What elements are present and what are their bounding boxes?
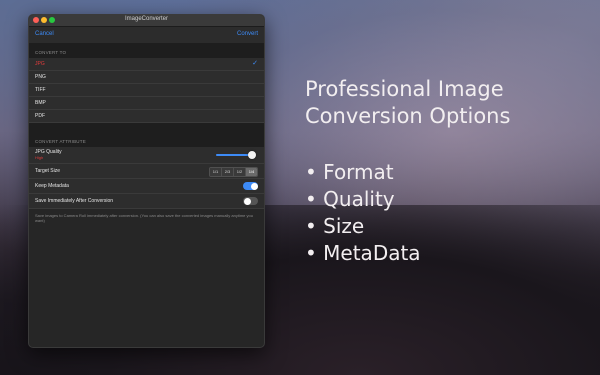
keep-metadata-label: Keep Metadata xyxy=(35,183,69,189)
save-immediately-label: Save Immediately After Conversion xyxy=(35,198,114,204)
jpg-quality-slider[interactable] xyxy=(216,151,256,159)
format-row-bmp[interactable]: BMP xyxy=(29,97,264,110)
promo-title-line2: Conversion Options xyxy=(305,104,511,128)
format-label: BMP xyxy=(35,100,46,106)
toggle-knob xyxy=(243,197,251,205)
app-window: ImageConverter Cancel Convert CONVERT TO… xyxy=(28,14,265,348)
format-list: JPG ✓ PNG TIFF BMP PDF xyxy=(29,58,264,123)
format-label: PDF xyxy=(35,113,45,119)
format-row-tiff[interactable]: TIFF xyxy=(29,84,264,97)
slider-knob[interactable] xyxy=(248,151,256,159)
target-size-option[interactable]: 2/3 xyxy=(222,168,234,176)
feature-bullet: • Quality xyxy=(305,187,395,211)
cancel-button[interactable]: Cancel xyxy=(35,31,54,37)
convert-to-header: CONVERT TO xyxy=(29,44,264,58)
section-gap xyxy=(29,123,264,133)
feature-bullets: • Format • Quality • Size • MetaData xyxy=(305,159,510,267)
jpg-quality-value: High xyxy=(35,155,44,160)
keep-metadata-toggle[interactable] xyxy=(243,182,258,190)
window-title: ImageConverter xyxy=(124,16,169,22)
target-size-row: Target Size 1/1 2/3 1/2 1/4 xyxy=(29,164,264,179)
jpg-quality-row: JPG Quality High xyxy=(29,147,264,164)
convert-attribute-header: CONVERT ATTRIBUTE xyxy=(29,133,264,147)
format-row-pdf[interactable]: PDF xyxy=(29,110,264,123)
title-bar: ImageConverter xyxy=(29,15,264,27)
feature-bullet: • Format xyxy=(305,160,394,184)
feature-bullet: • MetaData xyxy=(305,241,421,265)
slider-fill xyxy=(216,154,252,156)
format-label: JPG xyxy=(35,61,45,67)
format-label: PNG xyxy=(35,74,46,80)
toolbar: Cancel Convert xyxy=(29,27,264,44)
promo-title-line1: Professional Image xyxy=(305,77,504,101)
format-row-jpg[interactable]: JPG ✓ xyxy=(29,58,264,71)
save-immediately-row: Save Immediately After Conversion xyxy=(29,194,264,209)
target-size-option[interactable]: 1/1 xyxy=(210,168,222,176)
toggle-knob xyxy=(250,182,258,190)
promo-text: Professional Image Conversion Options • … xyxy=(305,76,510,267)
target-size-label: Target Size xyxy=(35,168,61,174)
save-immediately-toggle[interactable] xyxy=(243,197,258,205)
target-size-option[interactable]: 1/4 xyxy=(246,168,257,176)
target-size-segmented-control[interactable]: 1/1 2/3 1/2 1/4 xyxy=(209,167,258,177)
keep-metadata-row: Keep Metadata xyxy=(29,179,264,194)
convert-button[interactable]: Convert xyxy=(237,31,258,37)
format-row-png[interactable]: PNG xyxy=(29,71,264,84)
feature-bullet: • Size xyxy=(305,214,365,238)
checkmark-icon: ✓ xyxy=(252,60,258,67)
save-note: Save images to Camera Roll immediately a… xyxy=(29,209,264,227)
format-label: TIFF xyxy=(35,87,46,93)
target-size-option[interactable]: 1/2 xyxy=(234,168,246,176)
